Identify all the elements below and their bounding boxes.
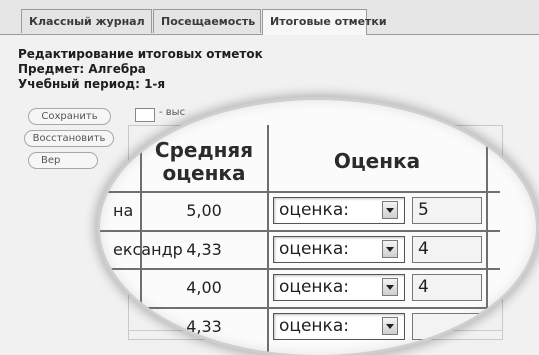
period-label: Учебный период: 1-я xyxy=(18,77,166,91)
grade-select-value: оценка: xyxy=(279,239,349,259)
grade-select-value: оценка: xyxy=(279,316,349,336)
mark-input[interactable]: 4 xyxy=(412,236,482,263)
average-grade: 4,33 xyxy=(186,317,222,336)
grade-select-value: оценка: xyxy=(279,200,349,220)
grade-select-value: оценка: xyxy=(279,277,349,297)
average-grade: 4,33 xyxy=(186,240,222,259)
mark-input[interactable]: 5 xyxy=(412,197,482,224)
grid-line xyxy=(100,268,500,270)
grid-line xyxy=(100,191,500,193)
grade-select[interactable]: оценка: xyxy=(273,236,405,263)
page-title: Редактирование итоговых отметок xyxy=(18,47,263,61)
tab-class-journal[interactable]: Классный журнал xyxy=(21,9,152,33)
save-button[interactable]: Сохранить xyxy=(28,108,111,125)
grid-line xyxy=(100,307,500,309)
average-grade: 5,00 xyxy=(186,201,222,220)
grid-line xyxy=(486,125,488,355)
back-button[interactable]: Вер xyxy=(28,152,98,169)
tab-strip: Классный журнал Посещаемость Итоговые от… xyxy=(0,0,539,35)
grade-select[interactable]: оценка: xyxy=(273,313,405,340)
chevron-down-icon[interactable] xyxy=(382,278,398,296)
chevron-down-icon[interactable] xyxy=(382,240,398,258)
chevron-down-icon[interactable] xyxy=(382,317,398,335)
page-header: Редактирование итоговых отметок Предмет:… xyxy=(18,47,263,92)
student-name: на xyxy=(113,201,134,220)
column-header-grade: Оценка xyxy=(333,149,421,173)
subject-label: Предмет: Алгебра xyxy=(18,62,146,76)
grade-select[interactable]: оценка: xyxy=(273,197,405,224)
grade-select[interactable]: оценка: xyxy=(273,274,405,301)
tab-final-grades[interactable]: Итоговые отметки xyxy=(262,9,387,35)
column-header-average: Средняя оценка xyxy=(154,138,254,185)
mark-input[interactable] xyxy=(412,313,482,340)
magnifier-lens: Средняя оценка Оценка на 5,00 оценка: 5 … xyxy=(100,100,536,355)
grades-table: Средняя оценка Оценка на 5,00 оценка: 5 … xyxy=(100,100,536,355)
chevron-down-icon[interactable] xyxy=(382,201,398,219)
tab-attendance[interactable]: Посещаемость xyxy=(153,9,261,33)
average-grade: 4,00 xyxy=(186,278,222,297)
mark-input[interactable]: 4 xyxy=(412,274,482,301)
grid-line xyxy=(100,230,500,232)
